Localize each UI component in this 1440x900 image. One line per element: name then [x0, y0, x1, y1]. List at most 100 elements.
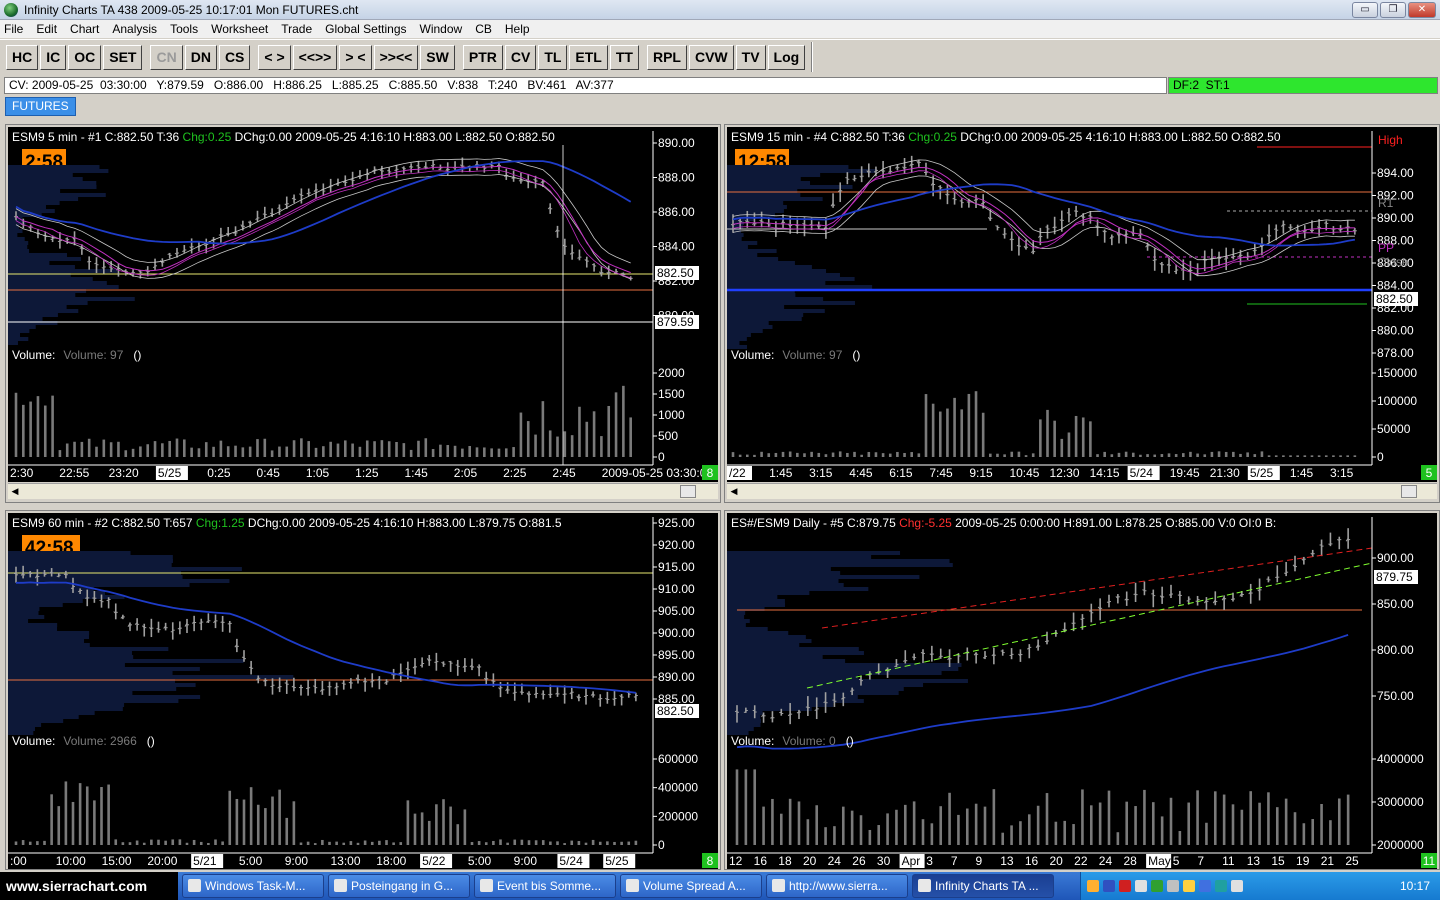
scroll-left-icon[interactable]: ◀	[727, 485, 741, 498]
volume-bar	[1224, 451, 1228, 457]
volume-bar	[270, 450, 274, 457]
menu-window[interactable]: Window	[420, 22, 463, 36]
menu-help[interactable]: Help	[505, 22, 530, 36]
chart-header-part: DChg:0.00 2009-05-25 4:16:10 H:883.00 L:…	[957, 130, 1281, 144]
tray-icon[interactable]	[1167, 880, 1179, 892]
toolbar-sw-button[interactable]: SW	[420, 44, 455, 70]
menu-worksheet[interactable]: Worksheet	[211, 22, 268, 36]
tab-futures[interactable]: FUTURES	[5, 97, 76, 116]
toolbar-oc-button[interactable]: OC	[68, 44, 102, 70]
maximize-button[interactable]: ❐	[1380, 2, 1406, 18]
volume-bar	[1329, 820, 1332, 845]
chartbook-tabs: FUTURES	[0, 95, 1440, 119]
app-icon	[626, 879, 639, 892]
toolbar--button-2-2[interactable]: > <	[339, 44, 372, 70]
volume-bar	[1003, 454, 1006, 457]
scroll-thumb[interactable]	[680, 485, 696, 498]
menu-file[interactable]: File	[4, 22, 23, 36]
menu-global-settings[interactable]: Global Settings	[325, 22, 406, 36]
tray-icon[interactable]	[1103, 880, 1115, 892]
toolbar-cs-button[interactable]: CS	[218, 44, 251, 70]
taskbar-item[interactable]: Windows Task-M...	[182, 874, 324, 898]
chart-window-daily[interactable]: ES#/ESM9 Daily - #5 C:879.75 Chg:-5.25 2…	[724, 510, 1440, 870]
tray-icon[interactable]	[1215, 880, 1227, 892]
scroll-thumb[interactable]	[1401, 485, 1417, 498]
chart-window-15min[interactable]: ESM9 15 min - #4 C:882.50 T:36 Chg:0.25 …	[724, 124, 1440, 503]
volume-bar	[1231, 804, 1235, 845]
toolbar-log-button[interactable]: Log	[767, 44, 806, 70]
volume-bar	[183, 439, 186, 457]
horizontal-scrollbar[interactable]: ◀	[8, 483, 718, 499]
chart-15min[interactable]: ESM9 15 min - #4 C:882.50 T:36 Chg:0.25 …	[727, 127, 1437, 482]
tray-icon[interactable]	[1135, 880, 1147, 892]
toolbar-set-button[interactable]: SET	[103, 44, 143, 70]
toolbar--button-2-1[interactable]: <<>>	[292, 44, 338, 70]
chart-number: 5	[1426, 466, 1433, 480]
taskbar-item[interactable]: Event bis Somme...	[474, 874, 616, 898]
volume-bar	[598, 841, 602, 845]
toolbar-tt-button[interactable]: TT	[609, 44, 639, 70]
menu-tools[interactable]: Tools	[170, 22, 198, 36]
toolbar-tv-button[interactable]: TV	[735, 44, 766, 70]
taskbar-item[interactable]: Posteingang in G...	[328, 874, 470, 898]
chart-window-5min[interactable]: ESM9 5 min - #1 C:882.50 T:36 Chg:0.25 D…	[5, 124, 721, 503]
tray-icon[interactable]	[1151, 880, 1163, 892]
volume-bar	[771, 798, 774, 845]
volume-bar	[285, 446, 289, 457]
volume-bar	[762, 806, 765, 845]
volume-bar	[541, 840, 545, 845]
toolbar-etl-button[interactable]: ETL	[569, 44, 608, 70]
toolbar-ptr-button[interactable]: PTR	[462, 44, 503, 70]
volume-tick-label: 2000	[658, 366, 685, 380]
chart-daily[interactable]: ES#/ESM9 Daily - #5 C:879.75 Chg:-5.25 2…	[727, 513, 1437, 869]
sierrachart-logo[interactable]: www.sierrachart.com	[0, 872, 178, 900]
volume-bar	[1053, 420, 1056, 457]
horizontal-scrollbar[interactable]: ◀	[727, 483, 1437, 499]
volume-icon[interactable]	[1231, 880, 1243, 892]
menu-trade[interactable]: Trade	[281, 22, 312, 36]
scroll-left-icon[interactable]: ◀	[8, 485, 22, 498]
volume-bar	[788, 798, 792, 845]
toolbar--button-2-3[interactable]: >><<	[373, 44, 419, 70]
taskbar-item[interactable]: Infinity Charts TA ...	[912, 874, 1054, 898]
chart-60min[interactable]: ESM9 60 min - #2 C:882.50 T:657 Chg:1.25…	[8, 513, 718, 869]
menu-chart[interactable]: Chart	[70, 22, 99, 36]
price-bar-open	[99, 599, 102, 602]
time-tick-label: 23:20	[109, 466, 139, 480]
toolbar-dn-button[interactable]: DN	[184, 44, 217, 70]
volume-bar	[95, 446, 98, 457]
toolbar-rpl-button[interactable]: RPL	[646, 44, 687, 70]
taskbar-item[interactable]: http://www.sierra...	[766, 874, 908, 898]
volume-bar	[753, 769, 757, 845]
toolbar-cv-button[interactable]: CV	[504, 44, 537, 70]
volume-bar	[921, 819, 925, 845]
chart-window-60min[interactable]: ESM9 60 min - #2 C:882.50 T:657 Chg:1.25…	[5, 510, 721, 870]
toolbar-cn-button[interactable]: CN	[150, 44, 183, 70]
toolbar-cvw-button[interactable]: CVW	[688, 44, 734, 70]
toolbar--button-2-0[interactable]: < >	[258, 44, 291, 70]
close-button[interactable]: ✕	[1408, 2, 1436, 18]
volume-profile-bar	[8, 659, 244, 663]
menu-cb[interactable]: CB	[475, 22, 492, 36]
taskbar-item[interactable]: Volume Spread A...	[620, 874, 762, 898]
tray-icon[interactable]	[1087, 880, 1099, 892]
menu-analysis[interactable]: Analysis	[112, 22, 157, 36]
volume-bar	[1302, 823, 1306, 845]
menu-edit[interactable]: Edit	[36, 22, 57, 36]
volume-profile-bar	[727, 297, 824, 301]
volume-bar	[1203, 454, 1207, 457]
minimize-button[interactable]: ▭	[1352, 2, 1378, 18]
tray-icon[interactable]	[1183, 880, 1195, 892]
toolbar-ic-button[interactable]: IC	[40, 44, 67, 70]
chart-5min[interactable]: ESM9 5 min - #1 C:882.50 T:36 Chg:0.25 D…	[8, 127, 718, 482]
tray-icon[interactable]	[1199, 880, 1211, 892]
toolbar-hc-button[interactable]: HC	[6, 44, 39, 70]
volume-profile-bar	[8, 595, 125, 599]
time-tick-label: May	[1148, 854, 1171, 868]
tray-icon[interactable]	[1119, 880, 1131, 892]
volume-profile-bar	[8, 607, 40, 611]
toolbar-tl-button[interactable]: TL	[538, 44, 568, 70]
volume-profile-bar	[727, 615, 745, 619]
volume-bar	[71, 801, 75, 845]
volume-bar	[431, 449, 435, 457]
